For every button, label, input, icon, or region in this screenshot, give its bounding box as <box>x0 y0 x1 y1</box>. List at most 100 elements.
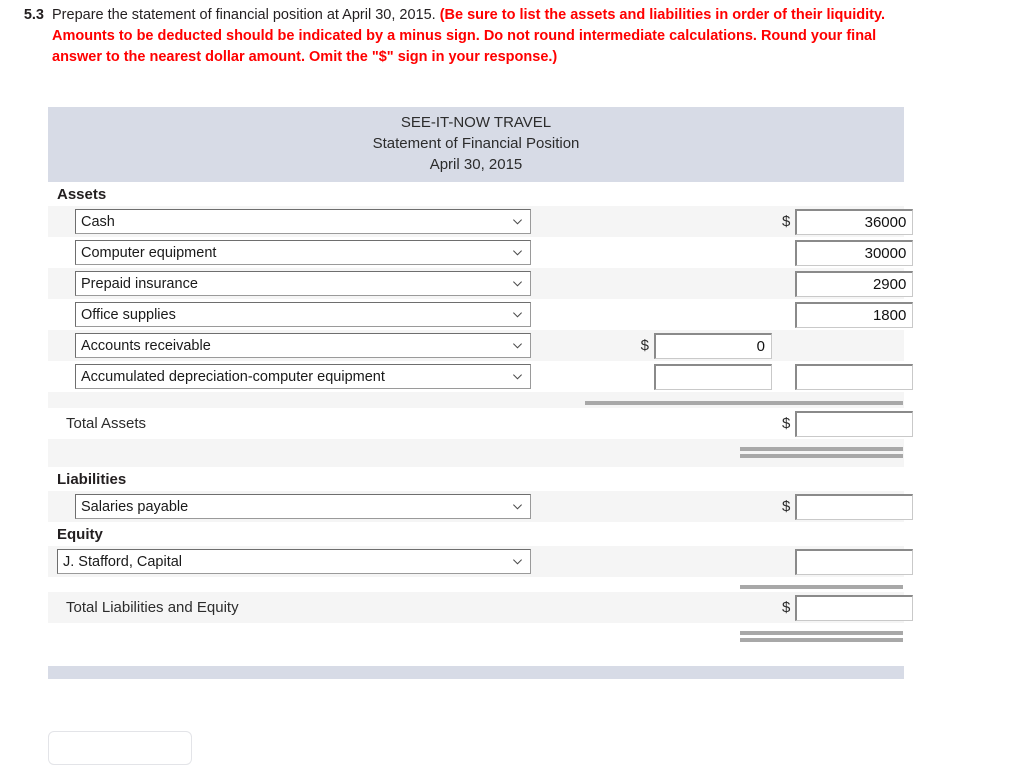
chevron-down-icon <box>512 340 523 351</box>
assets-section-heading-row: Assets <box>48 182 904 206</box>
chevron-down-icon <box>512 371 523 382</box>
dollar-sign: $ <box>782 415 791 432</box>
table-row: J. Stafford, Capital $ <box>48 546 914 577</box>
statement-body: Assets Cash $ 36000 Computer equipment 3… <box>48 182 914 679</box>
account-select-cash[interactable]: Cash <box>75 209 531 234</box>
amount-input-total-liabilities-equity[interactable] <box>795 594 914 621</box>
amount-input-accumulated-depreciation-mid[interactable] <box>654 363 772 390</box>
total-liabilities-equity-double-rule-row <box>48 623 904 652</box>
account-select-accumulated-depreciation[interactable]: Accumulated depreciation-computer equipm… <box>75 364 531 389</box>
account-select-accounts-receivable[interactable]: Accounts receivable <box>75 333 531 358</box>
equity-section-heading-row: Equity <box>48 522 904 546</box>
financial-statement: SEE-IT-NOW TRAVEL Statement of Financial… <box>48 107 914 679</box>
right-amount-cell: $ <box>782 594 914 621</box>
total-liabilities-equity-row: Total Liabilities and Equity $ <box>48 592 914 623</box>
liabilities-heading: Liabilities <box>57 470 127 488</box>
account-cell: Cash <box>48 209 585 234</box>
account-select-label: Office supplies <box>81 306 176 323</box>
account-cell: Accumulated depreciation-computer equipm… <box>48 364 585 389</box>
account-select-label: Cash <box>81 213 115 230</box>
equity-heading: Equity <box>57 525 103 543</box>
dollar-sign: $ <box>640 337 649 354</box>
right-amount-cell: $ 30000 <box>782 239 914 266</box>
right-amount-cell: $ <box>782 410 914 437</box>
dollar-sign: $ <box>782 498 791 515</box>
account-select-label: J. Stafford, Capital <box>63 553 183 570</box>
middle-amount-cell: $ 0 <box>585 332 782 359</box>
bottom-action-button[interactable] <box>48 731 192 765</box>
statement-date: April 30, 2015 <box>429 156 523 173</box>
right-amount-cell: $ 1800 <box>782 301 914 328</box>
amount-input-accounts-receivable[interactable]: 0 <box>654 332 772 359</box>
chevron-down-icon <box>512 309 523 320</box>
subtotal-rule <box>740 585 903 589</box>
table-row: Computer equipment $ 30000 <box>48 237 914 268</box>
footer-gap <box>48 652 904 666</box>
right-amount-cell: $ <box>782 493 914 520</box>
total-assets-label: Total Assets <box>66 415 147 432</box>
company-name: SEE-IT-NOW TRAVEL <box>400 114 552 131</box>
account-select-salaries-payable[interactable]: Salaries payable <box>75 494 531 519</box>
total-assets-row: Total Assets $ <box>48 408 914 439</box>
subtotal-rule-row <box>48 392 904 408</box>
table-row: Salaries payable $ <box>48 491 914 522</box>
chevron-down-icon <box>512 501 523 512</box>
table-row: Office supplies $ 1800 <box>48 299 914 330</box>
account-cell: Accounts receivable <box>48 333 585 358</box>
right-amount-cell: $ <box>782 548 914 575</box>
account-cell: J. Stafford, Capital <box>48 549 585 574</box>
dollar-sign: $ <box>782 213 791 230</box>
right-amount-cell: $ 2900 <box>782 270 914 297</box>
total-liabilities-equity-label-cell: Total Liabilities and Equity <box>48 599 585 616</box>
amount-input-stafford-capital[interactable] <box>795 548 914 575</box>
middle-amount-cell: $ <box>585 363 782 390</box>
chevron-down-icon <box>512 216 523 227</box>
account-select-office-supplies[interactable]: Office supplies <box>75 302 531 327</box>
double-rule <box>740 447 903 458</box>
amount-input-total-assets[interactable] <box>795 410 914 437</box>
double-rule <box>740 631 903 642</box>
table-row: Accounts receivable $ 0 <box>48 330 904 361</box>
amount-input-salaries-payable[interactable] <box>795 493 914 520</box>
statement-title: Statement of Financial Position <box>372 135 580 152</box>
account-cell: Office supplies <box>48 302 585 327</box>
chevron-down-icon <box>512 278 523 289</box>
subtotal-rule <box>585 401 903 405</box>
equity-subtotal-rule-row <box>48 577 904 592</box>
account-select-label: Salaries payable <box>81 498 189 515</box>
statement-header: SEE-IT-NOW TRAVEL Statement of Financial… <box>48 107 904 182</box>
table-row: Cash $ 36000 <box>48 206 914 237</box>
amount-input-prepaid-insurance[interactable]: 2900 <box>795 270 914 297</box>
question-prompt: 5.3 Prepare the statement of financial p… <box>0 0 924 68</box>
account-select-label: Computer equipment <box>81 244 217 261</box>
amount-input-cash[interactable]: 36000 <box>795 208 914 235</box>
right-amount-cell: $ <box>782 363 914 390</box>
statement-footer-band <box>48 666 904 679</box>
amount-input-computer-equipment[interactable]: 30000 <box>795 239 914 266</box>
account-select-prepaid-insurance[interactable]: Prepaid insurance <box>75 271 531 296</box>
liabilities-section-heading-row: Liabilities <box>48 467 904 491</box>
question-text: Prepare the statement of financial posit… <box>52 5 924 68</box>
dollar-sign: $ <box>782 599 791 616</box>
account-cell: Prepaid insurance <box>48 271 585 296</box>
question-lead-text: Prepare the statement of financial posit… <box>52 7 440 23</box>
right-amount-cell: $ 36000 <box>782 208 914 235</box>
account-select-stafford-capital[interactable]: J. Stafford, Capital <box>57 549 531 574</box>
account-select-label: Prepaid insurance <box>81 275 198 292</box>
account-cell: Salaries payable <box>48 494 585 519</box>
table-row: Prepaid insurance $ 2900 <box>48 268 914 299</box>
chevron-down-icon <box>512 556 523 567</box>
account-select-label: Accounts receivable <box>81 337 211 354</box>
total-assets-label-cell: Total Assets <box>48 415 585 432</box>
account-select-computer-equipment[interactable]: Computer equipment <box>75 240 531 265</box>
chevron-down-icon <box>512 247 523 258</box>
account-cell: Computer equipment <box>48 240 585 265</box>
amount-input-accumulated-depreciation-right[interactable] <box>795 363 914 390</box>
account-select-label: Accumulated depreciation-computer equipm… <box>81 368 385 385</box>
amount-input-office-supplies[interactable]: 1800 <box>795 301 914 328</box>
question-row: 5.3 Prepare the statement of financial p… <box>0 5 924 68</box>
question-number: 5.3 <box>23 7 44 23</box>
total-assets-double-rule-row <box>48 439 904 467</box>
table-row: Accumulated depreciation-computer equipm… <box>48 361 914 392</box>
total-liabilities-equity-label: Total Liabilities and Equity <box>66 599 239 616</box>
